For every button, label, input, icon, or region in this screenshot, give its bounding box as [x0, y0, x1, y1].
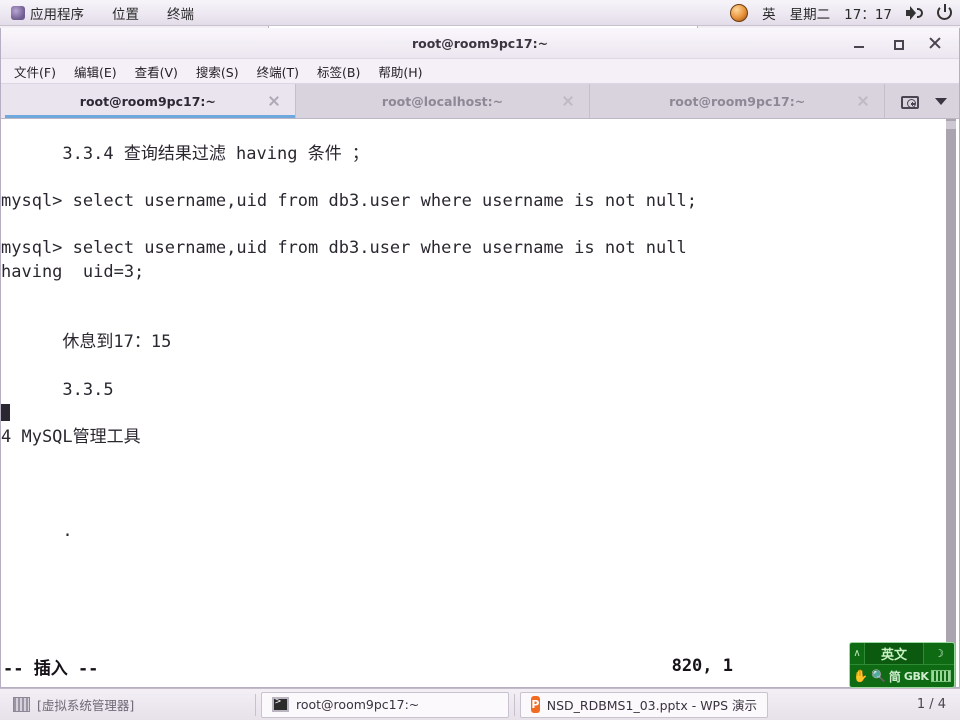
terminal-menubar: 文件(F) 编辑(E) 查看(V) 搜索(S) 终端(T) 标签(B) 帮助(H…	[1, 59, 959, 84]
terminal-line-5: mysql> select username,uid from db3.user…	[1, 237, 687, 258]
ime-chevron-up-icon[interactable]: ∧	[850, 648, 864, 659]
taskbar-item-terminal-label: root@room9pc17:~	[296, 697, 420, 712]
terminal-line-17: .	[1, 521, 73, 542]
tab-2-close-icon[interactable]	[856, 94, 870, 108]
tab-2-label: root@room9pc17:~	[669, 93, 806, 109]
terminal-line-4	[1, 213, 943, 237]
menu-applications[interactable]: 应用程序	[8, 1, 87, 25]
menu-help[interactable]: 帮助(H)	[371, 59, 429, 84]
menu-view[interactable]: 查看(V)	[128, 59, 185, 84]
taskbar-divider	[255, 693, 256, 716]
terminal-line-11: 3.3.5	[1, 379, 114, 400]
terminal-window: root@room9pc17:~ 文件(F) 编辑(E) 查看(V) 搜索(S)…	[0, 28, 960, 688]
terminal-line-7	[1, 284, 943, 308]
desktop-screen: 应用程序 位置 终端 英 星期二 17：17 root@room9pc17:~	[0, 0, 960, 720]
menu-tabs[interactable]: 标签(B)	[310, 59, 367, 84]
panel-clock[interactable]: 17：17	[844, 3, 892, 23]
taskbar: [虚拟系统管理器] root@room9pc17:~ P NSD_RDBMS1_…	[0, 688, 960, 720]
taskbar-item-wps[interactable]: P NSD_RDBMS1_03.pptx - WPS 演示	[520, 691, 768, 718]
ime-status-panel[interactable]: ∧ 英文 ☽ ✋ 🔍 简 GBK	[849, 642, 955, 688]
terminal-cursor	[1, 404, 10, 422]
power-icon[interactable]	[937, 4, 952, 20]
window-buttons	[851, 35, 959, 51]
window-titlebar[interactable]: root@room9pc17:~	[1, 28, 959, 59]
ime-encoding-label[interactable]: GBK	[904, 670, 929, 683]
taskbar-item-virt-manager[interactable]: [虚拟系统管理器]	[2, 692, 250, 718]
menu-file[interactable]: 文件(F)	[7, 59, 63, 84]
vim-mode-indicator: -- 插入 --	[3, 658, 99, 679]
vim-status-line: -- 插入 -- 820, 1	[1, 645, 943, 687]
hand-icon[interactable]: ✋	[853, 669, 868, 683]
menu-search[interactable]: 搜索(S)	[189, 59, 246, 84]
menu-terminal-label: 终端	[167, 6, 194, 23]
ime-moon-icon[interactable]: ☽	[924, 647, 954, 660]
terminal-scrollbar[interactable]	[943, 119, 959, 687]
panel-day: 星期二	[789, 6, 831, 23]
new-tab-icon[interactable]	[901, 93, 920, 109]
terminal-line-15	[1, 473, 943, 497]
maximize-icon[interactable]	[889, 35, 905, 51]
menu-applications-label: 应用程序	[30, 6, 84, 23]
tab-2[interactable]: root@room9pc17:~	[590, 84, 886, 118]
taskbar-item-terminal[interactable]: root@room9pc17:~	[261, 691, 509, 718]
ime-language-label[interactable]: 英文	[864, 643, 924, 664]
menu-terminal[interactable]: 终端	[164, 1, 197, 25]
terminal-line-1: 3.3.4 查询结果过滤 having 条件 ；	[1, 143, 369, 164]
terminal-line-3: mysql> select username,uid from db3.user…	[1, 190, 697, 211]
gnome-top-panel: 应用程序 位置 终端 英 星期二 17：17	[0, 0, 960, 26]
scrollbar-trough[interactable]	[946, 119, 956, 687]
tabbar-actions	[885, 84, 960, 118]
tab-0-close-icon[interactable]	[267, 94, 281, 108]
window-title: root@room9pc17:~	[411, 35, 549, 51]
terminal-line-14	[1, 449, 943, 473]
menu-edit[interactable]: 编辑(E)	[67, 59, 124, 84]
scrollbar-thumb[interactable]	[946, 121, 956, 129]
terminal-line-12	[1, 402, 943, 426]
wps-icon: P	[531, 696, 540, 713]
ime-shape-label[interactable]: 简	[889, 668, 901, 685]
ime-panel-bottom-row: ✋ 🔍 简 GBK	[850, 665, 954, 687]
ime-panel-top-row: ∧ 英文 ☽	[850, 643, 954, 665]
volume-icon[interactable]	[906, 5, 923, 20]
menu-terminal-menu[interactable]: 终端(T)	[250, 59, 306, 84]
panel-language-indicator[interactable]: 英	[762, 3, 776, 23]
terminal-text: 3.3.4 查询结果过滤 having 条件 ； mysql> select us…	[1, 119, 943, 687]
terminal-icon	[272, 696, 289, 712]
taskbar-item-wps-label: NSD_RDBMS1_03.pptx - WPS 演示	[546, 698, 757, 713]
ime-orb-icon[interactable]	[730, 3, 749, 22]
terminal-line-0	[1, 119, 943, 143]
menu-places-label: 位置	[112, 6, 139, 23]
applications-icon	[11, 5, 25, 20]
terminal-tabbar: root@room9pc17:~ root@localhost:~ root@r…	[1, 84, 960, 119]
tab-1-close-icon[interactable]	[561, 94, 575, 108]
terminal-line-16	[1, 497, 943, 521]
tab-0[interactable]: root@room9pc17:~	[1, 84, 296, 118]
menu-places[interactable]: 位置	[109, 1, 142, 25]
panel-menu: 应用程序 位置 终端	[0, 1, 197, 25]
tab-0-label: root@room9pc17:~	[79, 93, 216, 109]
search-icon[interactable]: 🔍	[871, 669, 886, 683]
close-icon[interactable]	[927, 35, 943, 51]
terminal-line-6: having uid=3;	[1, 261, 145, 282]
taskbar-divider-2	[514, 693, 515, 716]
chevron-down-icon[interactable]	[935, 97, 948, 105]
minimize-icon[interactable]	[851, 35, 867, 51]
terminal-line-8	[1, 308, 943, 332]
terminal-line-13: 4 MySQL管理工具	[1, 426, 141, 447]
terminal-body[interactable]: 3.3.4 查询结果过滤 having 条件 ； mysql> select us…	[1, 119, 959, 687]
keyboard-icon[interactable]	[931, 670, 951, 682]
terminal-line-9: 休息到17：15	[1, 332, 172, 353]
tab-1[interactable]: root@localhost:~	[296, 84, 591, 118]
virt-manager-icon	[13, 697, 30, 712]
taskbar-item-virt-manager-label: [虚拟系统管理器]	[37, 698, 135, 713]
tab-1-label: root@localhost:~	[381, 93, 504, 109]
terminal-line-2	[1, 166, 943, 190]
panel-status-area: 英 星期二 17：17	[730, 3, 960, 23]
terminal-line-10	[1, 355, 943, 379]
vim-cursor-position: 820, 1	[671, 656, 733, 676]
workspace-indicator[interactable]: 1 / 4	[917, 697, 960, 712]
